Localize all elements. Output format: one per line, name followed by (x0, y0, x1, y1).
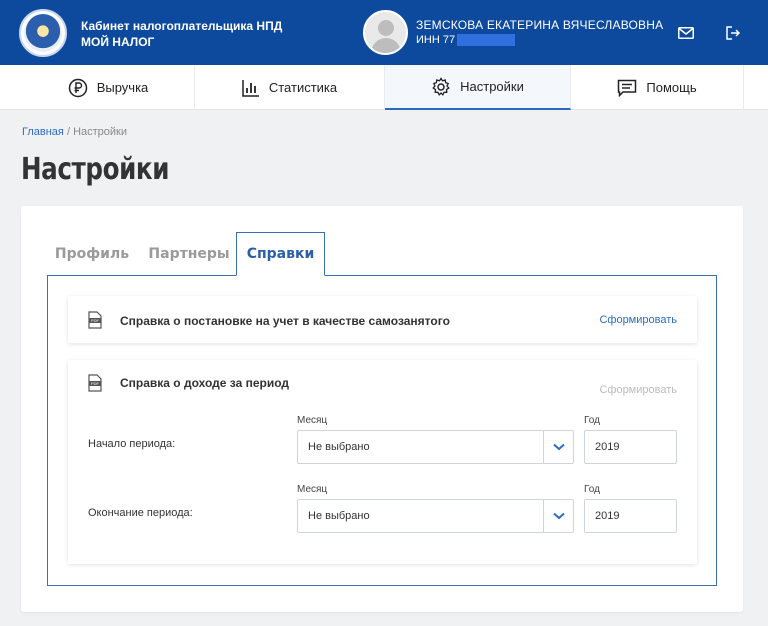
top-header: Кабинет налогоплательщика НПД МОЙ НАЛОГ … (0, 0, 768, 65)
mail-icon[interactable] (675, 22, 697, 44)
user-name[interactable]: ЗЕМСКОВА ЕКАТЕРИНА ВЯЧЕСЛАВОВНА (416, 18, 663, 32)
nav-label: Выручка (96, 80, 149, 95)
app-title-line1: Кабинет налогоплательщика НПД (81, 19, 283, 33)
nav-item-revenue[interactable]: Выручка (22, 65, 195, 110)
chat-icon (618, 79, 637, 97)
fns-logo[interactable] (19, 9, 67, 57)
start-month-select[interactable]: Не выбрано (297, 430, 574, 464)
end-period-label: Окончание периода: (88, 507, 193, 519)
ruble-icon (68, 78, 87, 97)
start-month-label: Месяц (297, 415, 328, 426)
nav-item-settings[interactable]: Настройки (385, 65, 571, 110)
breadcrumb: Главная / Настройки (22, 126, 127, 138)
breadcrumb-separator: / (66, 126, 70, 138)
logout-icon[interactable] (722, 22, 744, 44)
chevron-down-icon[interactable] (543, 500, 573, 532)
page-title: Настройки (21, 152, 170, 187)
end-year-value: 2019 (595, 510, 620, 522)
end-year-label: Год (584, 484, 600, 495)
nav-item-statistics[interactable]: Статистика (195, 65, 385, 110)
settings-card: Профиль Партнеры Справки PDF Справка о п… (21, 206, 743, 612)
inn-redaction (457, 34, 516, 46)
start-year-input[interactable]: 2019 (584, 430, 677, 464)
nav-label: Статистика (268, 80, 338, 95)
emblem-icon (24, 14, 62, 52)
chevron-down-icon[interactable] (543, 431, 573, 463)
gear-icon (432, 76, 450, 96)
pdf-icon: PDF (88, 311, 102, 329)
tab-partners[interactable]: Партнеры (148, 232, 229, 276)
end-month-value: Не выбрано (308, 510, 370, 522)
main-nav: Выручка Статистика Настройки Помощь (0, 65, 768, 110)
start-year-label: Год (584, 415, 600, 426)
tab-certificates[interactable]: Справки (236, 232, 325, 276)
svg-text:PDF: PDF (91, 318, 100, 323)
registration-certificate-title: Справка о постановке на учет в качестве … (120, 314, 450, 328)
start-month-value: Не выбрано (308, 441, 370, 453)
income-certificate-title: Справка о доходе за период (120, 376, 290, 390)
user-inn: ИНН 77 (416, 34, 516, 46)
app-title-line2: МОЙ НАЛОГ (81, 35, 155, 49)
start-year-value: 2019 (595, 441, 620, 453)
nav-item-help[interactable]: Помощь (571, 65, 744, 110)
tab-profile[interactable]: Профиль (55, 232, 129, 276)
end-month-select[interactable]: Не выбрано (297, 499, 574, 533)
inn-text: ИНН 77 (416, 34, 456, 46)
start-period-label: Начало периода: (88, 438, 176, 450)
nav-label: Настройки (460, 79, 524, 94)
breadcrumb-current: Настройки (73, 126, 127, 138)
certificates-panel: PDF Справка о постановке на учет в качес… (47, 275, 717, 586)
svg-text:PDF: PDF (91, 381, 100, 386)
income-certificate-section: PDF Справка о доходе за период Сформиров… (68, 360, 697, 564)
nav-label: Помощь (646, 80, 697, 95)
registration-certificate-section: PDF Справка о постановке на учет в качес… (68, 296, 697, 343)
avatar[interactable] (363, 10, 408, 55)
bar-chart-icon (242, 79, 259, 97)
end-year-input[interactable]: 2019 (584, 499, 677, 533)
end-month-label: Месяц (297, 484, 328, 495)
app-title: Кабинет налогоплательщика НПД МОЙ НАЛОГ (81, 18, 282, 50)
generate-registration-button[interactable]: Сформировать (599, 314, 677, 326)
breadcrumb-home[interactable]: Главная (22, 126, 64, 138)
pdf-icon: PDF (88, 374, 102, 392)
generate-income-button[interactable]: Сформировать (599, 384, 677, 396)
